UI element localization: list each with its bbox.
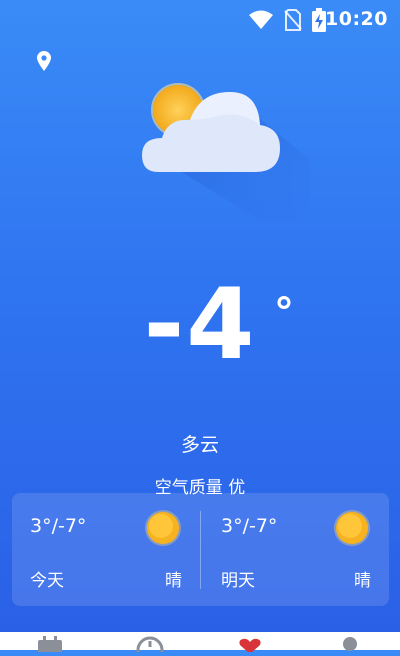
sun-behind-cloud-icon: [140, 80, 310, 220]
forecast-today[interactable]: 3°/-7° 今天 晴: [12, 493, 200, 606]
forecast-range: 3°/-7°: [30, 515, 87, 537]
status-time: 10:20: [325, 8, 388, 30]
forecast-card: 3°/-7° 今天 晴 3°/-7° 明天 晴: [12, 493, 389, 606]
forecast-condition: 晴: [165, 571, 182, 591]
degree-symbol: °: [274, 290, 294, 336]
sun-icon: [333, 509, 371, 551]
bottom-nav: [0, 632, 400, 656]
status-icons: [248, 8, 326, 32]
forecast-range: 3°/-7°: [221, 515, 278, 537]
no-sim-icon: [284, 9, 302, 31]
temperature-value: -4: [143, 268, 257, 382]
forecast-tomorrow[interactable]: 3°/-7° 明天 晴: [201, 493, 389, 606]
forecast-day-label: 今天: [30, 571, 64, 591]
status-bar: 10:20: [0, 0, 400, 36]
wifi-icon: [249, 10, 273, 29]
forecast-day-label: 明天: [221, 571, 255, 591]
forecast-condition: 晴: [354, 571, 371, 591]
location-pin-icon[interactable]: [35, 50, 53, 76]
sun-icon: [144, 509, 182, 551]
battery-charging-icon: [312, 8, 326, 32]
current-temperature: -4 °: [0, 276, 400, 374]
weather-condition: 多云: [180, 434, 219, 456]
